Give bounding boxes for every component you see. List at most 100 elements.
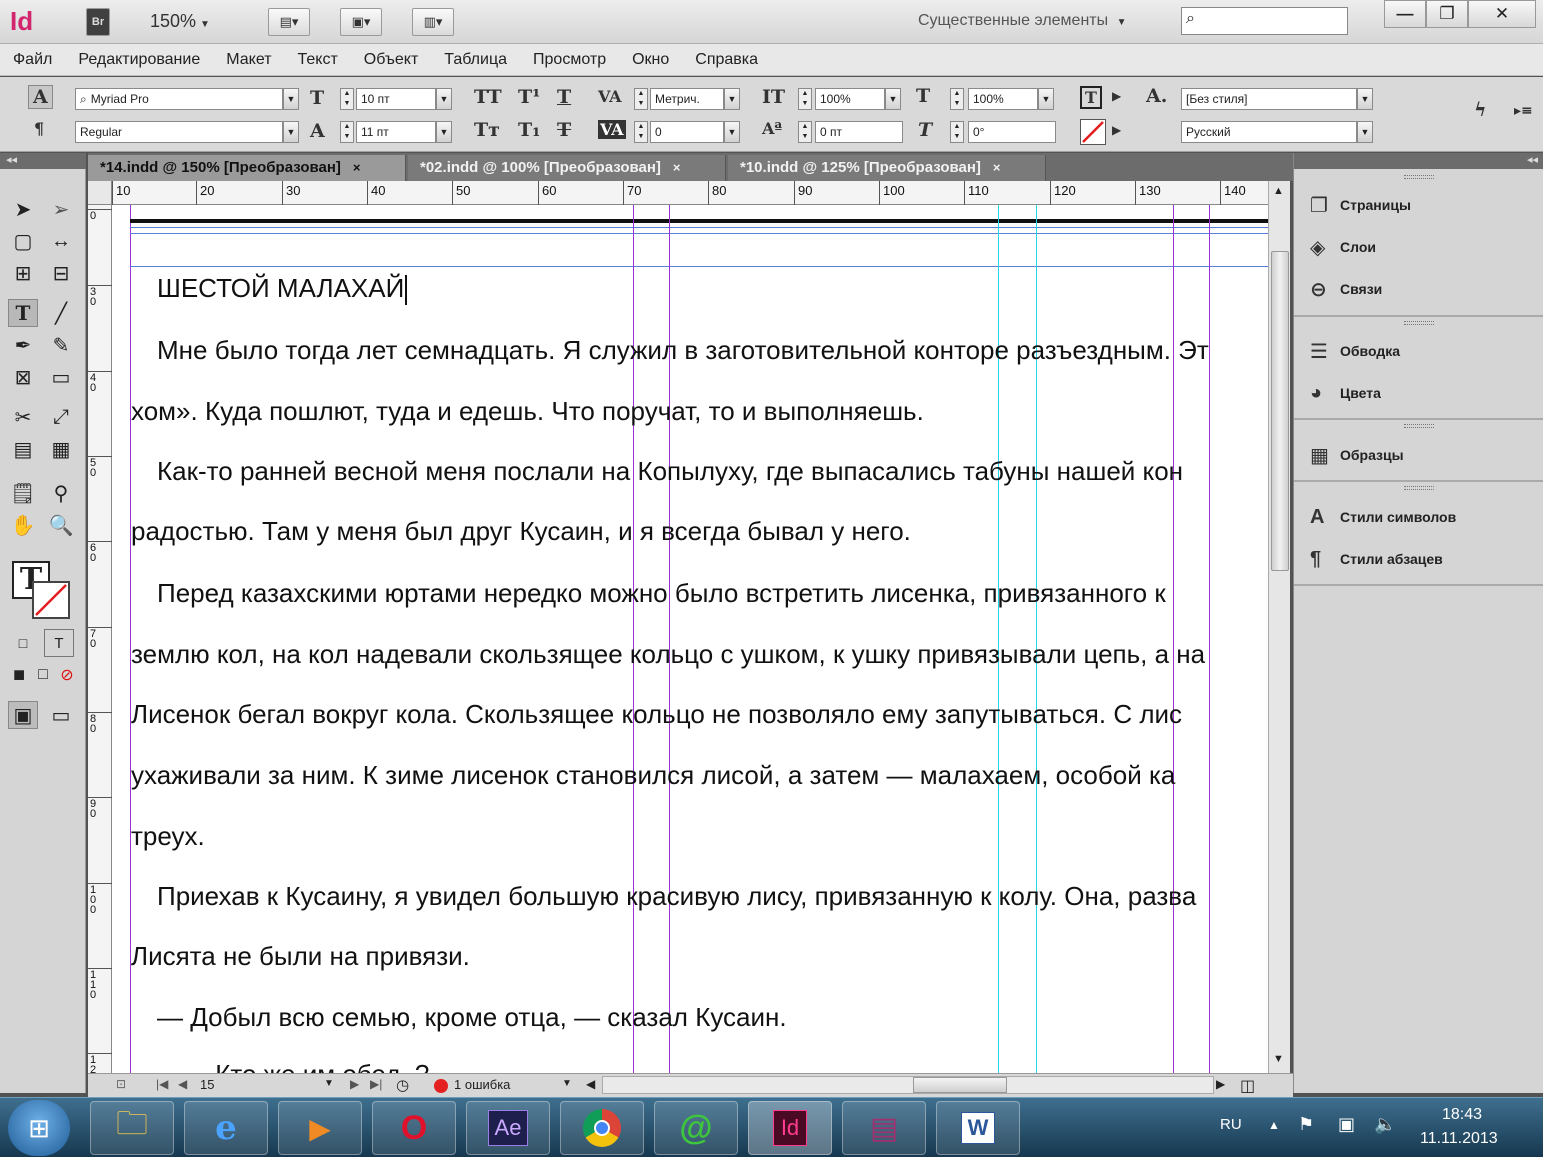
chevron-down-icon[interactable]: ▼ — [1357, 121, 1373, 143]
close-button[interactable]: ✕ — [1468, 0, 1536, 28]
volume-icon[interactable]: 🔈 — [1374, 1114, 1396, 1135]
story-line[interactable]: радостью. Там у меня был друг Кусаин, и … — [131, 516, 911, 547]
taskbar-chrome[interactable] — [560, 1101, 644, 1155]
gradient-feather-tool-icon[interactable]: ▦ — [46, 435, 76, 463]
collapse-icon[interactable]: ◂◂ — [6, 153, 17, 166]
rectangle-tool-icon[interactable]: ▭ — [46, 363, 76, 391]
horizontal-scale-stepper[interactable]: ▲ ▼ — [950, 88, 964, 110]
lightning-icon[interactable]: ϟ — [1474, 99, 1487, 121]
chevron-down-icon[interactable]: ▼ — [1357, 88, 1373, 110]
story-line[interactable]: землю кол, на кол надевали скользящее ко… — [131, 639, 1205, 670]
scroll-up-icon[interactable]: ▲ — [1273, 185, 1284, 197]
action-center-icon[interactable]: ⚑ — [1298, 1114, 1314, 1135]
leading-field[interactable]: 11 пт — [356, 121, 436, 143]
menu-type[interactable]: Текст — [285, 51, 351, 69]
normal-view-icon[interactable]: ▣ — [8, 701, 38, 729]
fill-stroke-swatch[interactable]: T — [10, 559, 72, 619]
close-icon[interactable]: × — [353, 160, 361, 175]
scissors-tool-icon[interactable]: ✂ — [8, 403, 38, 431]
close-icon[interactable]: × — [993, 160, 1001, 175]
gap-tool-icon[interactable]: ↔ — [46, 227, 76, 255]
story-line[interactable]: Мне было тогда лет семнадцать. Я служил … — [157, 335, 1209, 366]
story-line[interactable]: Перед казахскими юртами нередко можно бы… — [157, 578, 1166, 609]
panel-swatches[interactable]: ▦ Образцы — [1310, 440, 1404, 470]
horizontal-scroll-thumb[interactable] — [913, 1077, 1007, 1093]
bridge-button[interactable]: Br — [86, 8, 110, 36]
taskbar-explorer[interactable]: 🗀 — [90, 1101, 174, 1155]
story-line[interactable]: ухаживали за ним. К зиме лисенок станови… — [131, 760, 1175, 791]
page-control-icon[interactable]: ⊡ — [116, 1077, 126, 1091]
vertical-ruler[interactable]: 0 3 0 4 0 5 0 6 0 7 0 8 0 9 0 1 0 0 1 1 … — [88, 205, 112, 1076]
start-button[interactable]: ⊞ — [8, 1100, 70, 1156]
panel-character-styles[interactable]: A Стили символов — [1310, 502, 1456, 532]
panel-grip[interactable] — [1404, 486, 1434, 490]
baseline-shift-stepper[interactable]: ▲ ▼ — [798, 121, 812, 143]
note-tool-icon[interactable]: 🗒 — [8, 479, 38, 507]
last-page-icon[interactable]: ▶| — [370, 1077, 382, 1091]
gradient-tool-icon[interactable]: ▤ — [8, 435, 38, 463]
story-line[interactable]: Как-то ранней весной меня послали на Коп… — [157, 456, 1183, 487]
formatting-text-icon[interactable]: T — [44, 629, 74, 657]
apply-none-icon[interactable]: ⊘ — [52, 661, 82, 689]
search-input[interactable]: ⌕ — [1181, 7, 1348, 35]
preview-mode-icon[interactable]: ▭ — [46, 701, 76, 729]
kerning-stepper[interactable]: ▲ ▼ — [634, 88, 648, 110]
chevron-down-icon[interactable]: ▼ — [1038, 88, 1054, 110]
story-heading[interactable]: ШЕСТОЙ МАЛАХАЙ — [157, 273, 408, 306]
formatting-container-icon[interactable]: □ — [8, 629, 38, 657]
font-size-field[interactable]: 10 пт — [356, 88, 436, 110]
fill-text-icon[interactable]: T — [1080, 86, 1102, 109]
character-mode-icon[interactable]: A — [28, 85, 53, 109]
clock-time[interactable]: 18:43 — [1442, 1106, 1482, 1124]
screen-mode-button[interactable]: ▣▾ — [340, 8, 382, 36]
next-page-icon[interactable]: ▶ — [350, 1077, 359, 1091]
menu-window[interactable]: Окно — [619, 51, 682, 69]
vertical-scroll-thumb[interactable] — [1271, 251, 1289, 571]
menu-file[interactable]: Файл — [0, 51, 65, 69]
story-line[interactable]: Лисята не были на привязи. — [131, 941, 470, 972]
taskbar-word[interactable]: W — [936, 1101, 1020, 1155]
vertical-scale-field[interactable]: 100% — [815, 88, 885, 110]
taskbar-mail-agent[interactable]: @ — [654, 1101, 738, 1155]
stroke-none-icon[interactable] — [1080, 119, 1106, 145]
content-placer-icon[interactable]: ⊟ — [46, 259, 76, 287]
font-family-field[interactable]: ⌕ Myriad Pro — [75, 88, 283, 110]
strikethrough-icon[interactable]: T — [557, 119, 571, 141]
skew-stepper[interactable]: ▲ ▼ — [950, 121, 964, 143]
network-icon[interactable]: ▣ — [1338, 1114, 1355, 1135]
menu-layout[interactable]: Макет — [213, 51, 284, 69]
workspace-switcher[interactable]: Существенные элементы ▼ — [918, 12, 1126, 30]
previous-page-icon[interactable]: ◀ — [178, 1077, 187, 1091]
menu-edit[interactable]: Редактирование — [65, 51, 213, 69]
skew-field[interactable]: 0° — [968, 121, 1056, 143]
taskbar-opera[interactable]: O — [372, 1101, 456, 1155]
view-options-button[interactable]: ▤▾ — [268, 8, 310, 36]
stroke-swatch[interactable] — [32, 581, 70, 619]
story-line[interactable]: — Кто же им обед..? — [182, 1059, 429, 1073]
horizontal-scroll-track[interactable] — [602, 1076, 1214, 1094]
pen-tool-icon[interactable]: ✒ — [8, 331, 38, 359]
taskbar-winrar[interactable]: ▤ — [842, 1101, 926, 1155]
panel-paragraph-styles[interactable]: ¶ Стили абзацев — [1310, 544, 1443, 574]
free-transform-tool-icon[interactable]: ⤢ — [46, 403, 76, 431]
hand-tool-icon[interactable]: ✋ — [8, 511, 38, 539]
split-layout-icon[interactable]: ◫ — [1240, 1076, 1255, 1096]
story-line[interactable]: — Добыл всю семью, кроме отца, — сказал … — [157, 1002, 787, 1033]
all-caps-icon[interactable]: TT — [474, 86, 502, 108]
font-style-field[interactable]: Regular — [75, 121, 283, 143]
first-page-icon[interactable]: |◀ — [156, 1077, 168, 1091]
panel-grip[interactable] — [1404, 424, 1434, 428]
tab-10-indd[interactable]: *10.indd @ 125% [Преобразован] × — [728, 155, 1046, 181]
zoom-tool-icon[interactable]: 🔍 — [46, 511, 76, 539]
maximize-button[interactable]: ❐ — [1426, 0, 1468, 28]
menu-table[interactable]: Таблица — [431, 51, 520, 69]
eyedropper-tool-icon[interactable]: ⚲ — [46, 479, 76, 507]
taskbar-media-player[interactable]: ▶ — [278, 1101, 362, 1155]
zoom-level-dropdown[interactable]: 150% ▼ — [150, 11, 210, 32]
ruler-origin[interactable] — [88, 181, 112, 205]
show-hidden-icons[interactable]: ▲ — [1268, 1118, 1280, 1132]
subscript-icon[interactable]: T₁ — [518, 119, 540, 141]
font-size-stepper[interactable]: ▲ ▼ — [340, 88, 354, 110]
vertical-scale-stepper[interactable]: ▲ ▼ — [798, 88, 812, 110]
rectangle-frame-tool-icon[interactable]: ⊠ — [8, 363, 38, 391]
